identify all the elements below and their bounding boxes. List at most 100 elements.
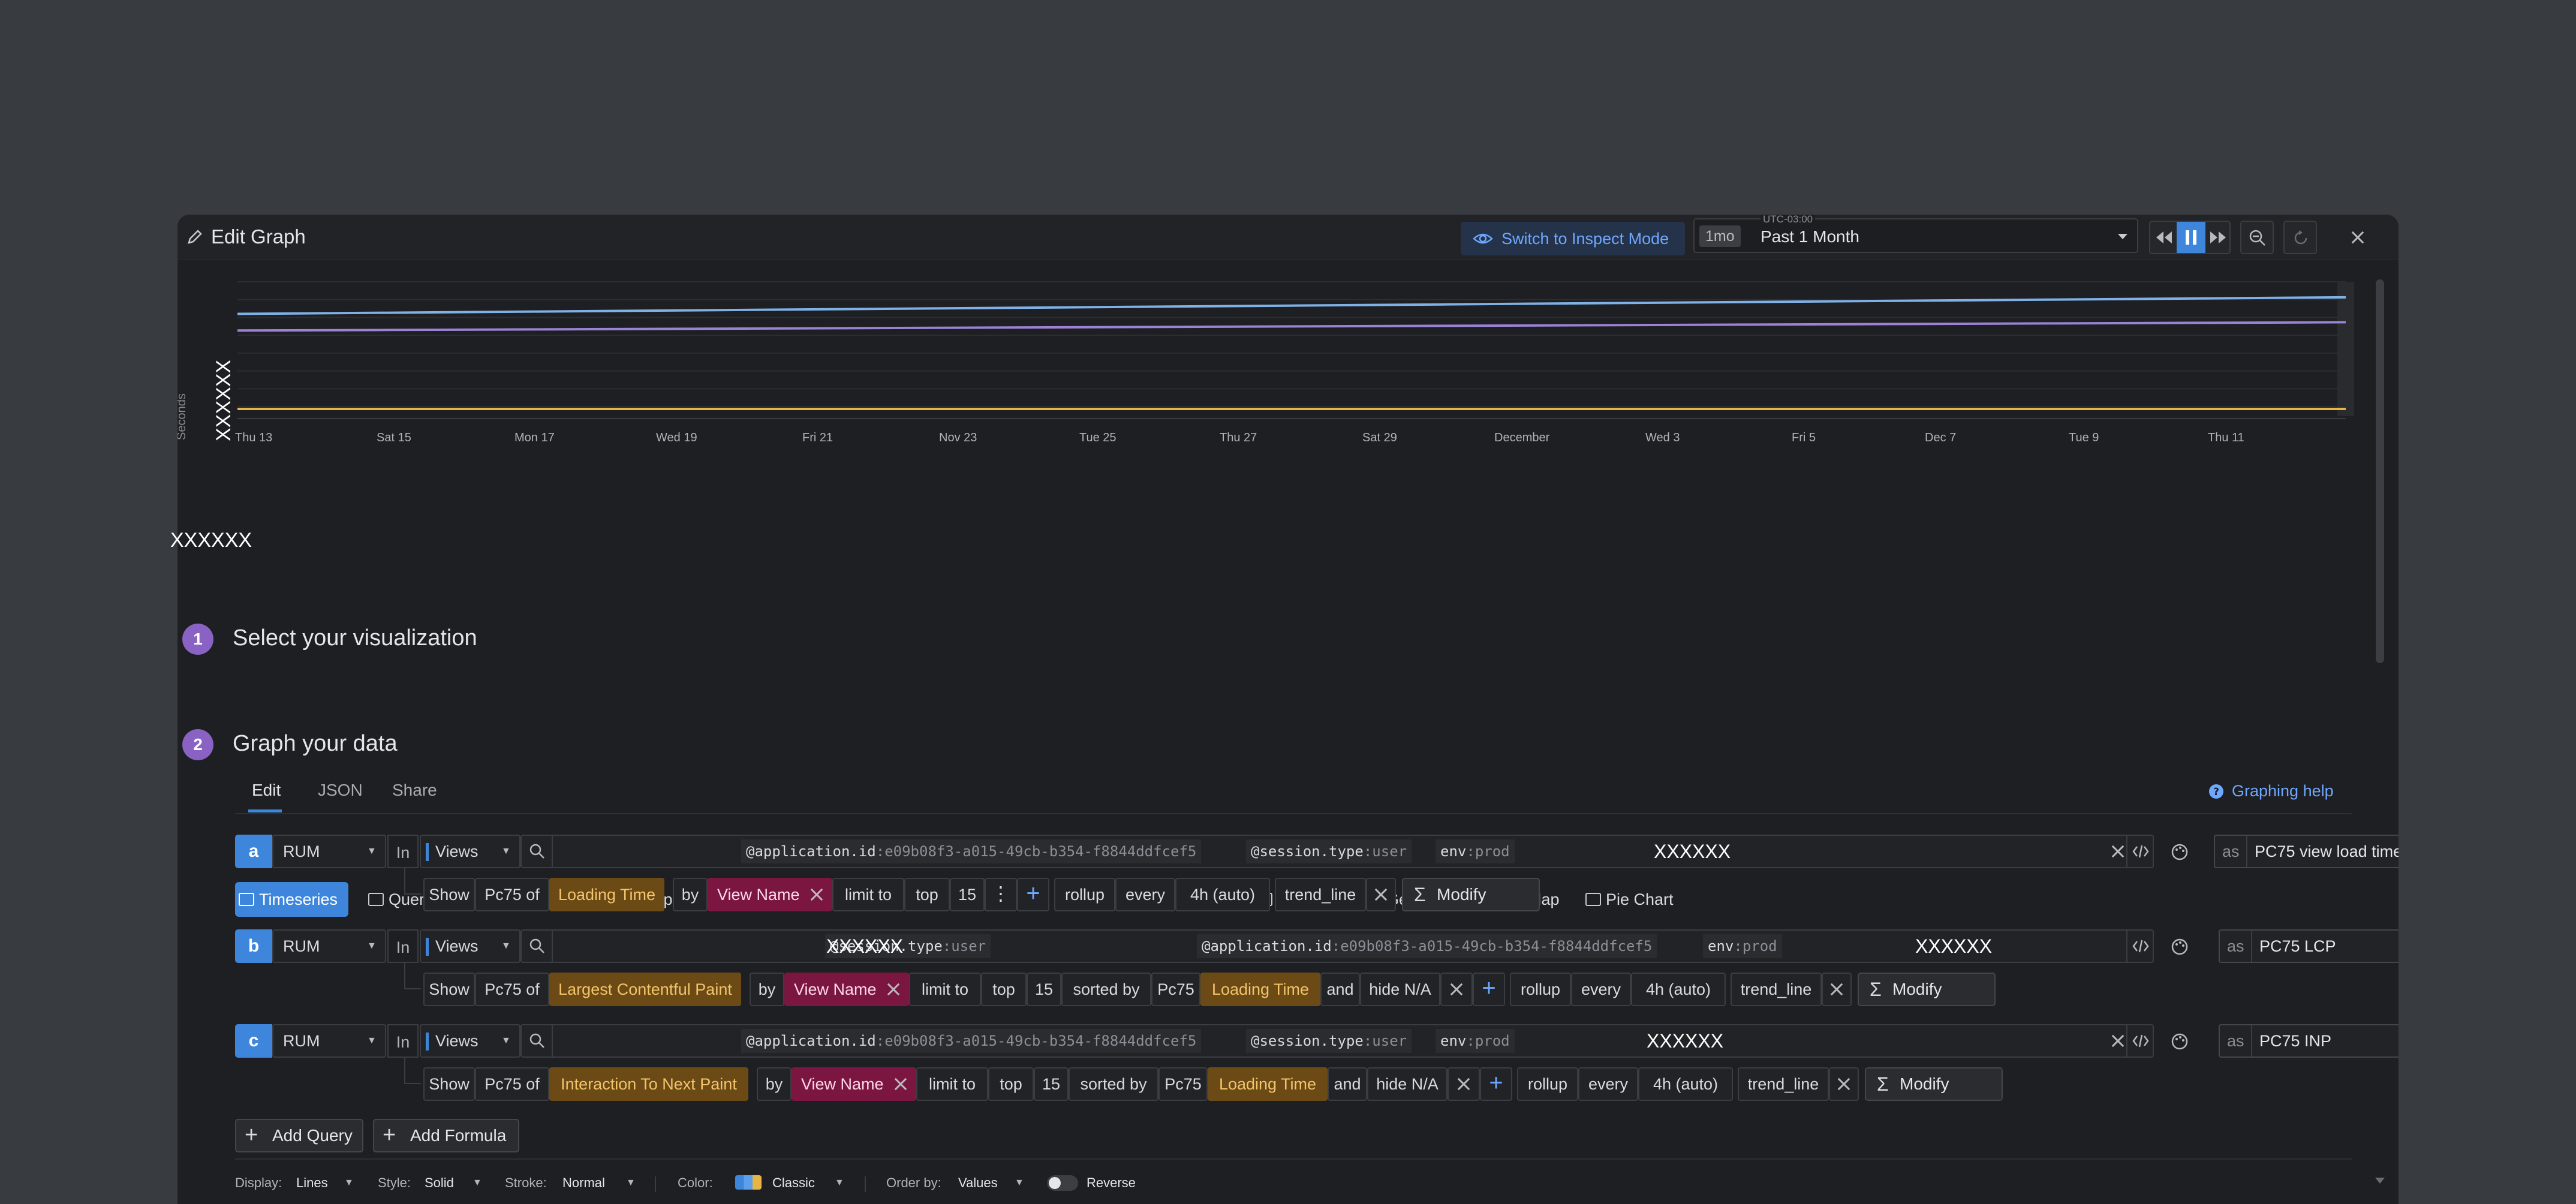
remove-function-icon[interactable] <box>1366 878 1396 911</box>
modify-button[interactable]: Σ Modify <box>1865 1067 2003 1101</box>
aggregation-select[interactable]: Pc75 of <box>475 1067 549 1101</box>
reset-button[interactable] <box>2283 221 2317 254</box>
function-chip[interactable]: trend_line <box>1731 973 1822 1006</box>
remove-limit-icon[interactable] <box>1440 973 1473 1006</box>
viz-pie-chart[interactable]: Pie Chart <box>1582 882 1674 917</box>
filter-tag-chip[interactable]: env:prod <box>1436 1029 1515 1053</box>
stroke-select[interactable]: Normal <box>562 1175 605 1191</box>
palette-icon[interactable] <box>2171 843 2189 861</box>
remove-group-icon[interactable] <box>807 885 826 904</box>
code-toggle-icon[interactable] <box>2126 931 2153 962</box>
alias-field[interactable]: as PC75 view load time <box>2214 835 2399 868</box>
add-group-button[interactable]: + <box>1480 1067 1512 1101</box>
dataset-select[interactable]: Views ▼ <box>420 835 520 868</box>
query-letter-c[interactable]: c <box>235 1024 272 1058</box>
viz-timeseries[interactable]: Timeseries <box>235 882 349 917</box>
add-group-button[interactable]: + <box>1473 973 1505 1006</box>
query-letter-a[interactable]: a <box>235 835 272 868</box>
graphing-help-link[interactable]: ? Graphing help <box>2209 782 2334 800</box>
display-select[interactable]: Lines <box>296 1175 328 1191</box>
close-icon[interactable] <box>2346 225 2370 249</box>
filter-tag-chip[interactable]: @session.type:user <box>1246 839 1412 863</box>
sort-agg-select[interactable]: Pc75 <box>1158 1067 1208 1101</box>
rollup-interval-select[interactable]: 4h (auto) <box>1175 878 1270 911</box>
filter-tag-chip[interactable]: env:prod <box>1436 839 1515 863</box>
dataset-select[interactable]: Views ▼ <box>420 1024 520 1058</box>
zoom-out-button[interactable] <box>2240 221 2274 254</box>
remove-function-icon[interactable] <box>1822 973 1852 1006</box>
alias-field[interactable]: as PC75 LCP <box>2219 929 2399 963</box>
code-toggle-icon[interactable] <box>2126 836 2153 867</box>
palette-icon[interactable] <box>2171 938 2189 956</box>
alias-input[interactable]: PC75 view load time <box>2255 836 2399 867</box>
function-chip[interactable]: trend_line <box>1738 1067 1829 1101</box>
sort-measure-chip[interactable]: Loading Time <box>1200 973 1320 1006</box>
limit-count-input[interactable]: 15 <box>950 878 985 911</box>
group-by-chip[interactable]: View Name <box>708 878 832 911</box>
data-source-select[interactable]: RUM ▼ <box>272 929 386 963</box>
rewind-icon[interactable] <box>2155 230 2173 245</box>
reverse-toggle[interactable] <box>1047 1175 1078 1191</box>
tab-share[interactable]: Share <box>392 781 437 800</box>
measure-chip[interactable]: Interaction To Next Paint <box>549 1067 748 1101</box>
group-by-chip[interactable]: View Name <box>784 973 909 1006</box>
scroll-down-icon[interactable] <box>2373 1175 2387 1187</box>
remove-group-icon[interactable] <box>884 980 903 999</box>
alias-field[interactable]: as PC75 INP <box>2219 1024 2399 1058</box>
rollup-every-select[interactable]: every <box>1578 1067 1638 1101</box>
filter-tag-chip[interactable]: @application.id:e09b08f3-a015-49cb-b354-… <box>1197 934 1657 958</box>
query-letter-b[interactable]: b <box>235 929 272 963</box>
filter-tag-chip[interactable]: env:prod <box>1703 934 1782 958</box>
aggregation-select[interactable]: Pc75 of <box>475 878 549 911</box>
limit-count-input[interactable]: 15 <box>1027 973 1061 1006</box>
top-select[interactable]: top <box>904 878 950 911</box>
hide-na-toggle[interactable]: hide N/A <box>1367 1067 1448 1101</box>
measure-chip[interactable]: Largest Contentful Paint <box>549 973 741 1006</box>
alias-input[interactable]: PC75 LCP <box>2259 931 2336 962</box>
palette-icon[interactable] <box>2171 1033 2189 1051</box>
search-filter-input[interactable]: @application.id:e09b08f3-a015-49cb-b354-… <box>520 1024 2154 1058</box>
limit-count-input[interactable]: 15 <box>1034 1067 1069 1101</box>
filter-tag-chip[interactable]: @application.id:e09b08f3-a015-49cb-b354-… <box>741 839 1202 863</box>
alias-input[interactable]: PC75 INP <box>2259 1025 2331 1056</box>
hide-na-toggle[interactable]: hide N/A <box>1360 973 1440 1006</box>
fast-forward-icon[interactable] <box>2209 230 2227 245</box>
remove-function-icon[interactable] <box>1829 1067 1859 1101</box>
modal-scrollbar-thumb[interactable] <box>2376 279 2384 663</box>
series-line-1[interactable] <box>237 321 2346 332</box>
sort-measure-chip[interactable]: Loading Time <box>1208 1067 1328 1101</box>
rollup-interval-select[interactable]: 4h (auto) <box>1631 973 1726 1006</box>
tab-json[interactable]: JSON <box>318 781 363 800</box>
tab-edit[interactable]: Edit <box>252 781 281 800</box>
sort-agg-select[interactable]: Pc75 <box>1151 973 1200 1006</box>
add-query-button[interactable]: + Add Query <box>235 1119 363 1152</box>
filter-tag-chip[interactable]: @session.type:user <box>1246 1029 1412 1053</box>
rollup-every-select[interactable]: every <box>1115 878 1175 911</box>
rollup-every-select[interactable]: every <box>1571 973 1631 1006</box>
data-source-select[interactable]: RUM ▼ <box>272 835 386 868</box>
search-filter-input[interactable]: @session.type:user @application.id:e09b08… <box>520 929 2154 963</box>
filter-tag-chip[interactable]: @application.id:e09b08f3-a015-49cb-b354-… <box>741 1029 1202 1053</box>
clear-filter-icon[interactable] <box>2107 1030 2129 1052</box>
measure-chip[interactable]: Loading Time <box>549 878 664 911</box>
color-select[interactable]: Classic <box>772 1175 815 1191</box>
modify-button[interactable]: Σ Modify <box>1402 878 1540 911</box>
top-select[interactable]: top <box>988 1067 1034 1101</box>
dataset-select[interactable]: Views ▼ <box>420 929 520 963</box>
rollup-interval-select[interactable]: 4h (auto) <box>1638 1067 1733 1101</box>
data-source-select[interactable]: RUM ▼ <box>272 1024 386 1058</box>
remove-group-icon[interactable] <box>891 1074 910 1094</box>
function-chip[interactable]: trend_line <box>1275 878 1366 911</box>
group-by-chip[interactable]: View Name <box>792 1067 916 1101</box>
pause-button[interactable] <box>2177 222 2205 253</box>
code-toggle-icon[interactable] <box>2126 1025 2153 1056</box>
aggregation-select[interactable]: Pc75 of <box>475 973 549 1006</box>
top-select[interactable]: top <box>981 973 1027 1006</box>
clear-filter-icon[interactable] <box>2107 841 2129 862</box>
search-filter-input[interactable]: @application.id:e09b08f3-a015-49cb-b354-… <box>520 835 2154 868</box>
add-group-button[interactable]: + <box>1017 878 1049 911</box>
more-options-icon[interactable]: ⋮ <box>985 878 1017 911</box>
modify-button[interactable]: Σ Modify <box>1858 973 1996 1006</box>
order-select[interactable]: Values <box>958 1175 998 1191</box>
time-range-selector[interactable]: UTC-03:00 1mo Past 1 Month <box>1693 215 2138 253</box>
